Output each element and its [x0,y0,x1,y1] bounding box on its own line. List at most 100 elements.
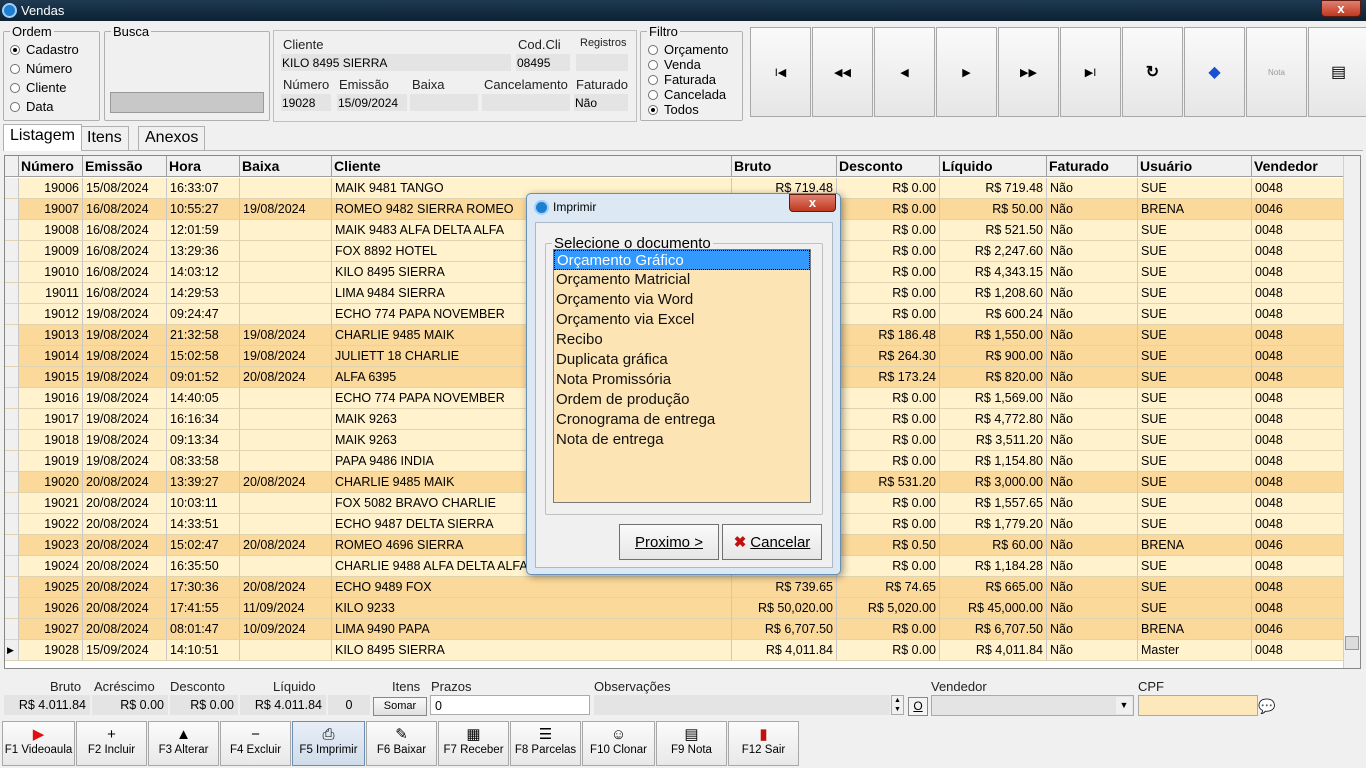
column-header[interactable]: Bruto [732,156,837,176]
table-row[interactable]: 19025 20/08/2024 17:30:36 20/08/2024 ECHO 94… [5,577,1344,598]
table-row[interactable]: ▶ 19028 15/09/2024 14:10:51 KILO 8495 SIERRA… [5,640,1344,661]
table-cell: 10:03:11 [167,493,240,514]
prev-page-button[interactable]: ◀◀ [812,27,873,117]
cancel-button[interactable]: ✖ Cancelar [722,524,822,560]
column-header[interactable]: Cliente [332,156,732,176]
fkey-label: F10 Clonar [590,744,647,756]
column-header[interactable]: Número [19,156,83,176]
codcli-label: Cod.Cli [518,37,561,52]
nota-button[interactable]: Nota [1246,27,1307,117]
calculator-button[interactable]: ▤ [1308,27,1366,117]
document-option[interactable]: Nota Promissória [554,370,810,390]
vendedor-select[interactable]: ▼ [931,695,1134,716]
document-option[interactable]: Recibo [554,330,810,350]
fkey-f3[interactable]: ▲ F3 Alterar [148,721,219,766]
tag-button[interactable]: ◆ [1184,27,1245,117]
table-cell [240,178,332,199]
radio-icon [648,105,658,115]
column-header[interactable]: Vendedor [1252,156,1344,176]
filtro-option-0[interactable]: Orçamento [648,42,728,57]
dialog-close-button[interactable]: x [789,194,836,212]
tab-anexos[interactable]: Anexos [138,126,206,151]
table-cell: R$ 531.20 [837,472,940,493]
document-option[interactable]: Orçamento Gráfico [554,250,810,270]
ordem-option-2[interactable]: Cliente [10,80,66,95]
prev-record-button[interactable]: ◀ [874,27,935,117]
table-cell: SUE [1138,241,1252,262]
fkey-f7[interactable]: ▦ F7 Receber [438,721,509,766]
speech-bubble-icon[interactable]: 💬 [1257,697,1277,715]
table-cell: R$ 4,011.84 [732,640,837,661]
fkey-f2[interactable]: + F2 Incluir [76,721,147,766]
column-header[interactable]: Usuário [1138,156,1252,176]
next-record-button[interactable]: ▶ [936,27,997,117]
table-cell: SUE [1138,262,1252,283]
table-cell: SUE [1138,220,1252,241]
fkey-f1[interactable]: ▶ F1 Videoaula [2,721,75,766]
document-option[interactable]: Cronograma de entrega [554,410,810,430]
next-page-button[interactable]: ▶▶ [998,27,1059,117]
obs-button[interactable]: O [908,697,928,716]
table-cell: 10:55:27 [167,199,240,220]
document-option[interactable]: Ordem de produção [554,390,810,410]
column-header[interactable]: Faturado [1047,156,1138,176]
scroll-thumb[interactable] [1345,636,1359,650]
document-listbox[interactable]: Orçamento Gráfico Orçamento Matricial Orça… [553,249,811,503]
ordem-option-3[interactable]: Data [10,99,53,114]
fkey-f8[interactable]: ☰ F8 Parcelas [510,721,581,766]
column-header[interactable]: Líquido [940,156,1047,176]
table-row[interactable]: 19026 20/08/2024 17:41:55 11/09/2024 KILO 92… [5,598,1344,619]
document-option[interactable]: Nota de entrega [554,430,810,450]
column-header[interactable]: Emissão [83,156,167,176]
chevron-down-icon[interactable]: ▼ [1116,697,1132,714]
observacoes-field[interactable] [594,695,890,715]
next-button[interactable]: Proximo > [619,524,719,560]
app-icon [2,3,17,18]
window-close-button[interactable]: x [1321,0,1361,17]
tab-itens[interactable]: Itens [80,126,129,151]
fkey-f10[interactable]: ☺ F10 Clonar [582,721,655,766]
table-cell: Não [1047,619,1138,640]
filtro-option-4[interactable]: Todos [648,102,699,117]
fkey-f4[interactable]: − F4 Excluir [220,721,291,766]
ordem-option-0[interactable]: Cadastro [10,42,79,57]
filtro-option-3[interactable]: Cancelada [648,87,726,102]
fkey-f12[interactable]: ▮ F12 Sair [728,721,799,766]
fkey-f9[interactable]: ▤ F9 Nota [656,721,727,766]
table-cell: 0048 [1252,472,1344,493]
column-header[interactable]: Hora [167,156,240,176]
fkey-f6[interactable]: ✎ F6 Baixar [366,721,437,766]
bruto-field: R$ 4.011.84 [4,695,90,715]
document-option[interactable]: Duplicata gráfica [554,350,810,370]
search-input[interactable] [110,92,264,113]
table-cell: Não [1047,241,1138,262]
row-indicator [5,451,19,472]
minus-icon: − [251,726,260,743]
document-option[interactable]: Orçamento Matricial [554,270,810,290]
cancelamento-label: Cancelamento [484,77,568,92]
filtro-option-1[interactable]: Venda [648,57,701,72]
filtro-option-2[interactable]: Faturada [648,72,716,87]
somar-button[interactable]: Somar [373,697,427,716]
column-header[interactable]: Baixa [240,156,332,176]
document-option[interactable]: Orçamento via Excel [554,310,810,330]
table-cell: 17:41:55 [167,598,240,619]
column-header[interactable]: Desconto [837,156,940,176]
prazos-field[interactable]: 0 [430,695,590,715]
prazos-label: Prazos [431,679,472,694]
grid-scrollbar[interactable] [1343,156,1360,668]
first-record-button[interactable]: I◀ [750,27,811,117]
ordem-legend: Ordem [12,24,52,39]
table-cell: R$ 1,184.28 [940,556,1047,577]
obs-spinner[interactable]: ▲ ▼ [891,695,904,715]
table-cell: 19020 [19,472,83,493]
ordem-option-1[interactable]: Número [10,61,72,76]
refresh-button[interactable]: ↻ [1122,27,1183,117]
table-row[interactable]: 19027 20/08/2024 08:01:47 10/09/2024 LIMA 94… [5,619,1344,640]
fkey-f5[interactable]: ⎙ F5 Imprimir [292,721,365,766]
document-option[interactable]: Orçamento via Word [554,290,810,310]
tab-listagem[interactable]: Listagem [3,124,82,151]
cpf-field[interactable] [1138,695,1258,716]
last-record-button[interactable]: ▶I [1060,27,1121,117]
table-cell: R$ 1,779.20 [940,514,1047,535]
